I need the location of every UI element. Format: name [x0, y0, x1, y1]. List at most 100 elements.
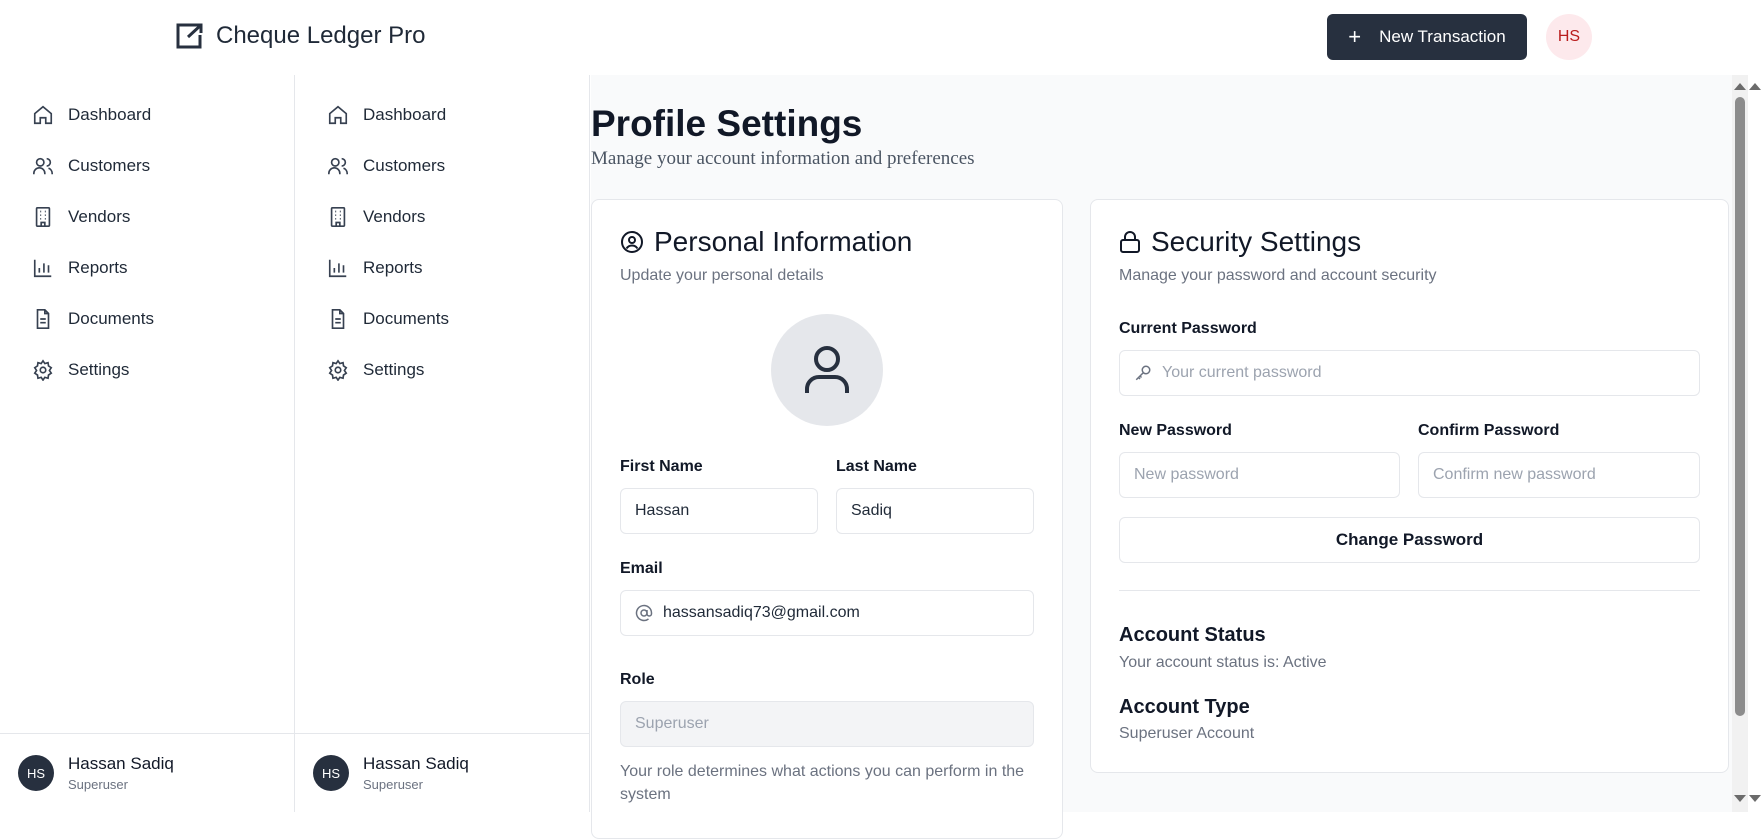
user-role: Superuser [363, 777, 423, 792]
plus-icon: + [1348, 24, 1362, 49]
building-icon [330, 206, 346, 227]
users-icon [33, 157, 53, 174]
sidebar-item-customers[interactable]: Customers [295, 140, 589, 191]
sidebar-item-reports[interactable]: Reports [0, 242, 294, 293]
sidebar-item-reports[interactable]: Reports [295, 242, 589, 293]
user-icon [805, 346, 849, 393]
last-name-value: Sadiq [851, 502, 892, 519]
user-circle-icon [621, 231, 643, 253]
sidebar-item-documents[interactable]: Documents [0, 293, 294, 344]
main-content: Profile Settings Manage your account inf… [591, 75, 1732, 839]
first-name-input[interactable]: Hassan [620, 488, 818, 534]
user-name: Hassan Sadiq [363, 754, 469, 773]
at-sign-icon [635, 604, 653, 622]
first-name-label: First Name [620, 458, 703, 475]
building-icon [35, 206, 51, 227]
sidebar-item-documents[interactable]: Documents [295, 293, 589, 344]
last-name-label: Last Name [836, 458, 917, 475]
user-avatar[interactable]: HS [1546, 14, 1592, 60]
sidebar-item-vendors[interactable]: Vendors [0, 191, 294, 242]
card-title: Security Settings [1151, 226, 1362, 257]
document-icon [36, 308, 50, 329]
card-subtitle: Manage your password and account securit… [1119, 267, 1437, 284]
profile-avatar[interactable] [771, 314, 883, 426]
sidebar-nav: Dashboard Customers Vendors Reports Docu… [295, 75, 589, 395]
sidebar-item-settings[interactable]: Settings [295, 344, 589, 395]
last-name-input[interactable]: Sadiq [836, 488, 1034, 534]
role-value: Superuser [635, 715, 709, 732]
sidebar-item-vendors[interactable]: Vendors [295, 191, 589, 242]
gear-icon [328, 358, 348, 381]
scroll-down-arrow-icon[interactable] [1734, 795, 1746, 802]
app-title: Cheque Ledger Pro [216, 22, 426, 49]
sidebar-user[interactable]: HS Hassan Sadiq Superuser [295, 733, 589, 812]
scroll-down-arrow-icon[interactable] [1749, 795, 1761, 802]
sidebar-item-label: Settings [363, 359, 425, 379]
top-header: Cheque Ledger Pro + New Transaction HS [0, 0, 1763, 75]
card-header: Personal Information [620, 226, 912, 258]
current-password-label: Current Password [1119, 320, 1257, 337]
security-settings-card: Security Settings Manage your password a… [1090, 199, 1729, 773]
brand[interactable]: Cheque Ledger Pro [174, 22, 425, 50]
new-password-input[interactable]: New password [1119, 452, 1400, 498]
sidebar-item-label: Customers [363, 155, 446, 175]
sidebar-item-label: Dashboard [68, 104, 152, 124]
scrollbar-thumb[interactable] [1735, 97, 1745, 716]
users-icon [328, 157, 348, 174]
scroll-up-arrow-icon[interactable] [1749, 83, 1761, 90]
sidebar-nav: Dashboard Customers Vendors Reports Docu… [0, 75, 294, 395]
current-password-placeholder: Your current password [1162, 364, 1322, 381]
document-icon [331, 308, 345, 329]
home-icon [328, 105, 348, 124]
card-header: Security Settings [1119, 226, 1361, 258]
email-value: hassansadiq73@gmail.com [663, 604, 860, 621]
scroll-up-arrow-icon[interactable] [1734, 83, 1746, 90]
current-password-input[interactable]: Your current password [1119, 350, 1700, 396]
user-role: Superuser [68, 777, 128, 792]
new-transaction-label: New Transaction [1379, 27, 1506, 46]
sidebar-item-label: Dashboard [363, 104, 447, 124]
avatar: HS [313, 755, 349, 791]
sidebar-item-label: Documents [363, 308, 449, 328]
bar-chart-icon [328, 259, 347, 277]
sidebar-primary: Dashboard Customers Vendors Reports Docu… [0, 75, 295, 812]
sidebar-item-customers[interactable]: Customers [0, 140, 294, 191]
email-field[interactable]: hassansadiq73@gmail.com [620, 590, 1034, 636]
home-icon [33, 105, 53, 124]
main-scrollbar[interactable] [1732, 75, 1763, 812]
new-transaction-button[interactable]: + New Transaction [1327, 14, 1527, 60]
sidebar-item-label: Vendors [68, 206, 131, 226]
confirm-password-placeholder: Confirm new password [1433, 466, 1596, 483]
sidebar-item-label: Reports [363, 257, 423, 277]
sidebar-item-dashboard[interactable]: Dashboard [295, 89, 589, 140]
first-name-value: Hassan [635, 502, 690, 519]
account-type-heading: Account Type [1119, 696, 1250, 718]
role-help-text: Your role determines what actions you ca… [620, 763, 1025, 803]
account-status-heading: Account Status [1119, 624, 1266, 646]
sidebar-secondary: Dashboard Customers Vendors Reports Docu… [295, 75, 590, 812]
personal-info-card: Personal Information Update your persona… [591, 199, 1063, 839]
sidebar-item-dashboard[interactable]: Dashboard [0, 89, 294, 140]
confirm-password-label: Confirm Password [1418, 422, 1560, 439]
ledger-logo-icon [176, 23, 203, 49]
avatar: HS [18, 755, 54, 791]
role-field: Superuser [620, 701, 1034, 747]
user-name: Hassan Sadiq [68, 754, 174, 773]
new-password-label: New Password [1119, 422, 1232, 439]
new-password-placeholder: New password [1134, 466, 1239, 483]
confirm-password-input[interactable]: Confirm new password [1418, 452, 1700, 498]
account-status-text: Your account status is: Active [1119, 654, 1327, 671]
lock-icon [1120, 231, 1140, 253]
gear-icon [33, 358, 53, 381]
account-type-text: Superuser Account [1119, 725, 1255, 742]
sidebar-item-label: Settings [68, 359, 130, 379]
card-subtitle: Update your personal details [620, 267, 824, 284]
sidebar-item-label: Vendors [363, 206, 426, 226]
page-subtitle: Manage your account information and pref… [591, 148, 975, 169]
sidebar-item-label: Customers [68, 155, 151, 175]
card-title: Personal Information [654, 226, 913, 257]
sidebar-user[interactable]: HS Hassan Sadiq Superuser [0, 733, 294, 812]
sidebar-item-settings[interactable]: Settings [0, 344, 294, 395]
key-icon [1135, 365, 1151, 381]
change-password-button[interactable]: Change Password [1119, 517, 1700, 563]
